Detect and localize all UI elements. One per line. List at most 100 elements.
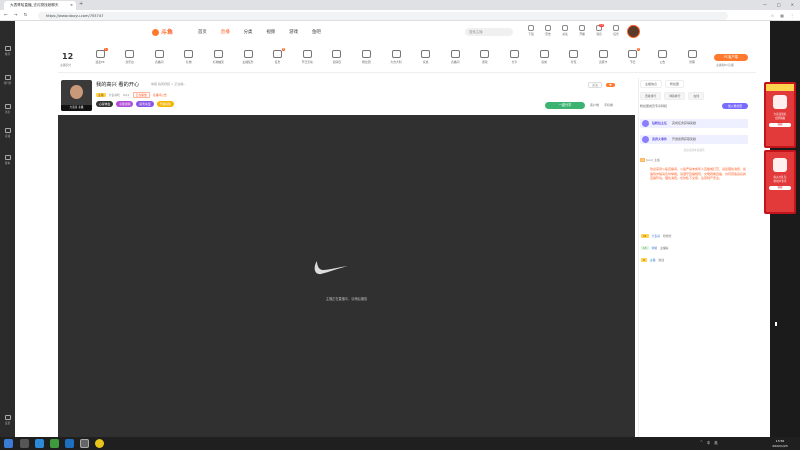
mobile-link[interactable]: 手机看 (604, 103, 613, 107)
follow-button[interactable]: 关注 (588, 82, 603, 88)
forward-icon[interactable]: → (14, 11, 18, 20)
streamer-avatar[interactable]: 大表哥 主播 (61, 80, 92, 111)
category-item-10[interactable]: 大吉大利 (386, 50, 406, 64)
browser-tab[interactable]: 大表哥哈直播_去礼物找她聊天 × (4, 1, 76, 10)
category-item-18[interactable]: 1 节日 (623, 48, 643, 64)
header-icon-0[interactable]: 下载 (525, 25, 537, 36)
ad-2-button[interactable]: 领取 (769, 186, 791, 190)
sidebar-item-2[interactable]: 消息 (0, 104, 15, 114)
pill-4[interactable]: 开播提醒 (156, 101, 174, 107)
menu-icon[interactable]: ⋮ (790, 12, 794, 20)
reload-icon[interactable]: ↻ (24, 11, 28, 20)
nav-item-2[interactable]: 分类 (244, 27, 253, 38)
category-item-8[interactable]: 表情包 (327, 50, 347, 64)
subtab-danmu[interactable]: 弹幕排行 (664, 92, 686, 100)
category-item-16[interactable]: 背包 (564, 50, 584, 64)
pc-client-button[interactable]: PC客户端 (714, 54, 748, 61)
category-label: 连麦PK (95, 60, 105, 64)
search-icon[interactable] (20, 439, 29, 448)
maximize-icon[interactable]: □ (777, 0, 781, 10)
announcement-link[interactable]: 直播间公告 (153, 93, 167, 97)
tab-streamer-info[interactable]: 主播信息 (640, 80, 663, 88)
category-item-5[interactable]: 主播任务 (238, 50, 258, 64)
active-app-icon[interactable] (80, 439, 89, 448)
client-link[interactable]: 客户端 (590, 103, 599, 107)
subtab-online[interactable]: 在线 (688, 92, 705, 100)
edge-icon[interactable] (35, 439, 44, 448)
category-item-6[interactable]: 3 任务 (268, 48, 288, 64)
app-icon[interactable] (65, 439, 74, 448)
chat-line: 21 大表哥 哈哈哈 (641, 234, 671, 238)
category-item-12[interactable]: 直播间 (445, 50, 465, 64)
minimize-icon[interactable]: — (763, 0, 767, 10)
category-item-7[interactable]: 节日活动 (297, 50, 317, 64)
header-icon-2[interactable]: 关注 (559, 25, 571, 36)
notice-1[interactable]: 钻粉拉主任 完成任务获得奖励 (640, 119, 748, 128)
sidebar-item-1[interactable]: 排行榜 (0, 75, 15, 85)
category-item-15[interactable]: 商城 (534, 50, 554, 64)
search-input[interactable]: 搜索主播 (465, 28, 513, 36)
category-item-4[interactable]: 礼物抽奖 (208, 50, 228, 64)
extensions-icon[interactable]: ▦ (780, 12, 784, 20)
streamer-name[interactable]: 大表哥哈 (109, 93, 120, 97)
stream-title-info[interactable]: 举报 搞笑视频 > 正在播... (151, 82, 186, 86)
new-tab-button[interactable]: + (79, 1, 83, 7)
taskbar-clock[interactable]: 13:56 2022/1/23 (760, 437, 800, 450)
category-item-3[interactable]: 礼物 (179, 50, 199, 64)
chrome-icon[interactable] (95, 439, 104, 448)
chat-user[interactable]: 弹幕 (652, 246, 658, 250)
tray-arrow[interactable]: ^ (700, 440, 703, 445)
chat-user[interactable]: 大表哥 (652, 234, 660, 238)
pill-2[interactable]: 高能视频 (116, 101, 134, 107)
nav-item-5[interactable]: 鱼吧 (312, 27, 321, 38)
window-close-icon[interactable]: × (791, 0, 794, 10)
header-icon-5[interactable]: 任务 (610, 25, 622, 36)
pill-1[interactable]: 心得体会 (96, 101, 114, 107)
nav-item-1[interactable]: 直播 (221, 27, 230, 38)
category-item-9[interactable]: 粉丝团 (356, 50, 376, 64)
category-item-11[interactable]: 家族 (416, 50, 436, 64)
header-icon-4[interactable]: 11 消息 (593, 24, 605, 36)
sidebar-item-4[interactable]: 赛事 (0, 155, 15, 165)
notice-1-title: 钻粉拉主任 (652, 121, 668, 125)
pill-3[interactable]: 搞笑动漫 (136, 101, 154, 107)
sidebar-settings[interactable]: 设置 (0, 415, 15, 425)
close-tab-icon[interactable]: × (70, 1, 73, 10)
header-icon-label: 任务 (613, 32, 619, 36)
category-item-0[interactable]: 1 连麦PK (90, 48, 110, 64)
category-item-13[interactable]: 游戏 (475, 50, 495, 64)
header-icon-1[interactable]: 历史 (542, 25, 554, 36)
tab-fan-club[interactable]: 粉丝团 (665, 80, 685, 88)
category-item-1[interactable]: 音乐台 (120, 50, 140, 64)
site-logo[interactable]: 斗鱼 (152, 27, 182, 38)
sidebar-item-0[interactable]: 推荐 (0, 46, 15, 56)
star-icon[interactable]: ☆ (771, 12, 775, 20)
chat-user[interactable]: 主播 (650, 258, 656, 262)
nav-item-4[interactable]: 游戏 (289, 27, 298, 38)
explorer-icon[interactable] (50, 439, 59, 448)
url-field[interactable]: https://www.douyu.com/705747 (38, 12, 728, 20)
subtab-contrib[interactable]: 贡献排行 (640, 92, 662, 100)
share-button[interactable]: 一键分享 (545, 102, 585, 109)
heart-icon[interactable]: ♥ (606, 83, 615, 87)
category-item-2[interactable]: 直播间 (149, 50, 169, 64)
ad-banner-1[interactable]: 大表哥豪礼 立即领取 领取 (764, 82, 796, 148)
join-fan-club-button[interactable]: 加入粉丝团 (722, 103, 748, 109)
ad-1-button[interactable]: 领取 (769, 123, 791, 127)
category-item-17[interactable]: 贵宾卡 (593, 50, 613, 64)
tray-ime[interactable]: 中 (707, 440, 710, 445)
ad-banner-2[interactable]: 鱼丸大礼包 新用户专享 领取 (764, 150, 796, 214)
category-item-20[interactable]: 管理 (682, 50, 702, 64)
tray-lang[interactable]: 英 (714, 440, 717, 445)
nav-item-3[interactable]: 视频 (266, 27, 275, 38)
loading-logo-icon (314, 261, 348, 275)
notice-2[interactable]: 贵宾大事件 开通贵宾获取奖励 (640, 135, 748, 144)
user-avatar[interactable] (627, 25, 640, 38)
start-icon[interactable] (4, 439, 13, 448)
category-item-14[interactable]: 分享 (504, 50, 524, 64)
back-icon[interactable]: ← (4, 11, 8, 20)
sidebar-item-3[interactable]: 直播 (0, 128, 15, 138)
nav-item-0[interactable]: 首页 (198, 27, 207, 38)
category-item-19[interactable]: 公告 (652, 50, 672, 64)
header-icon-3[interactable]: 开播 (576, 25, 588, 36)
